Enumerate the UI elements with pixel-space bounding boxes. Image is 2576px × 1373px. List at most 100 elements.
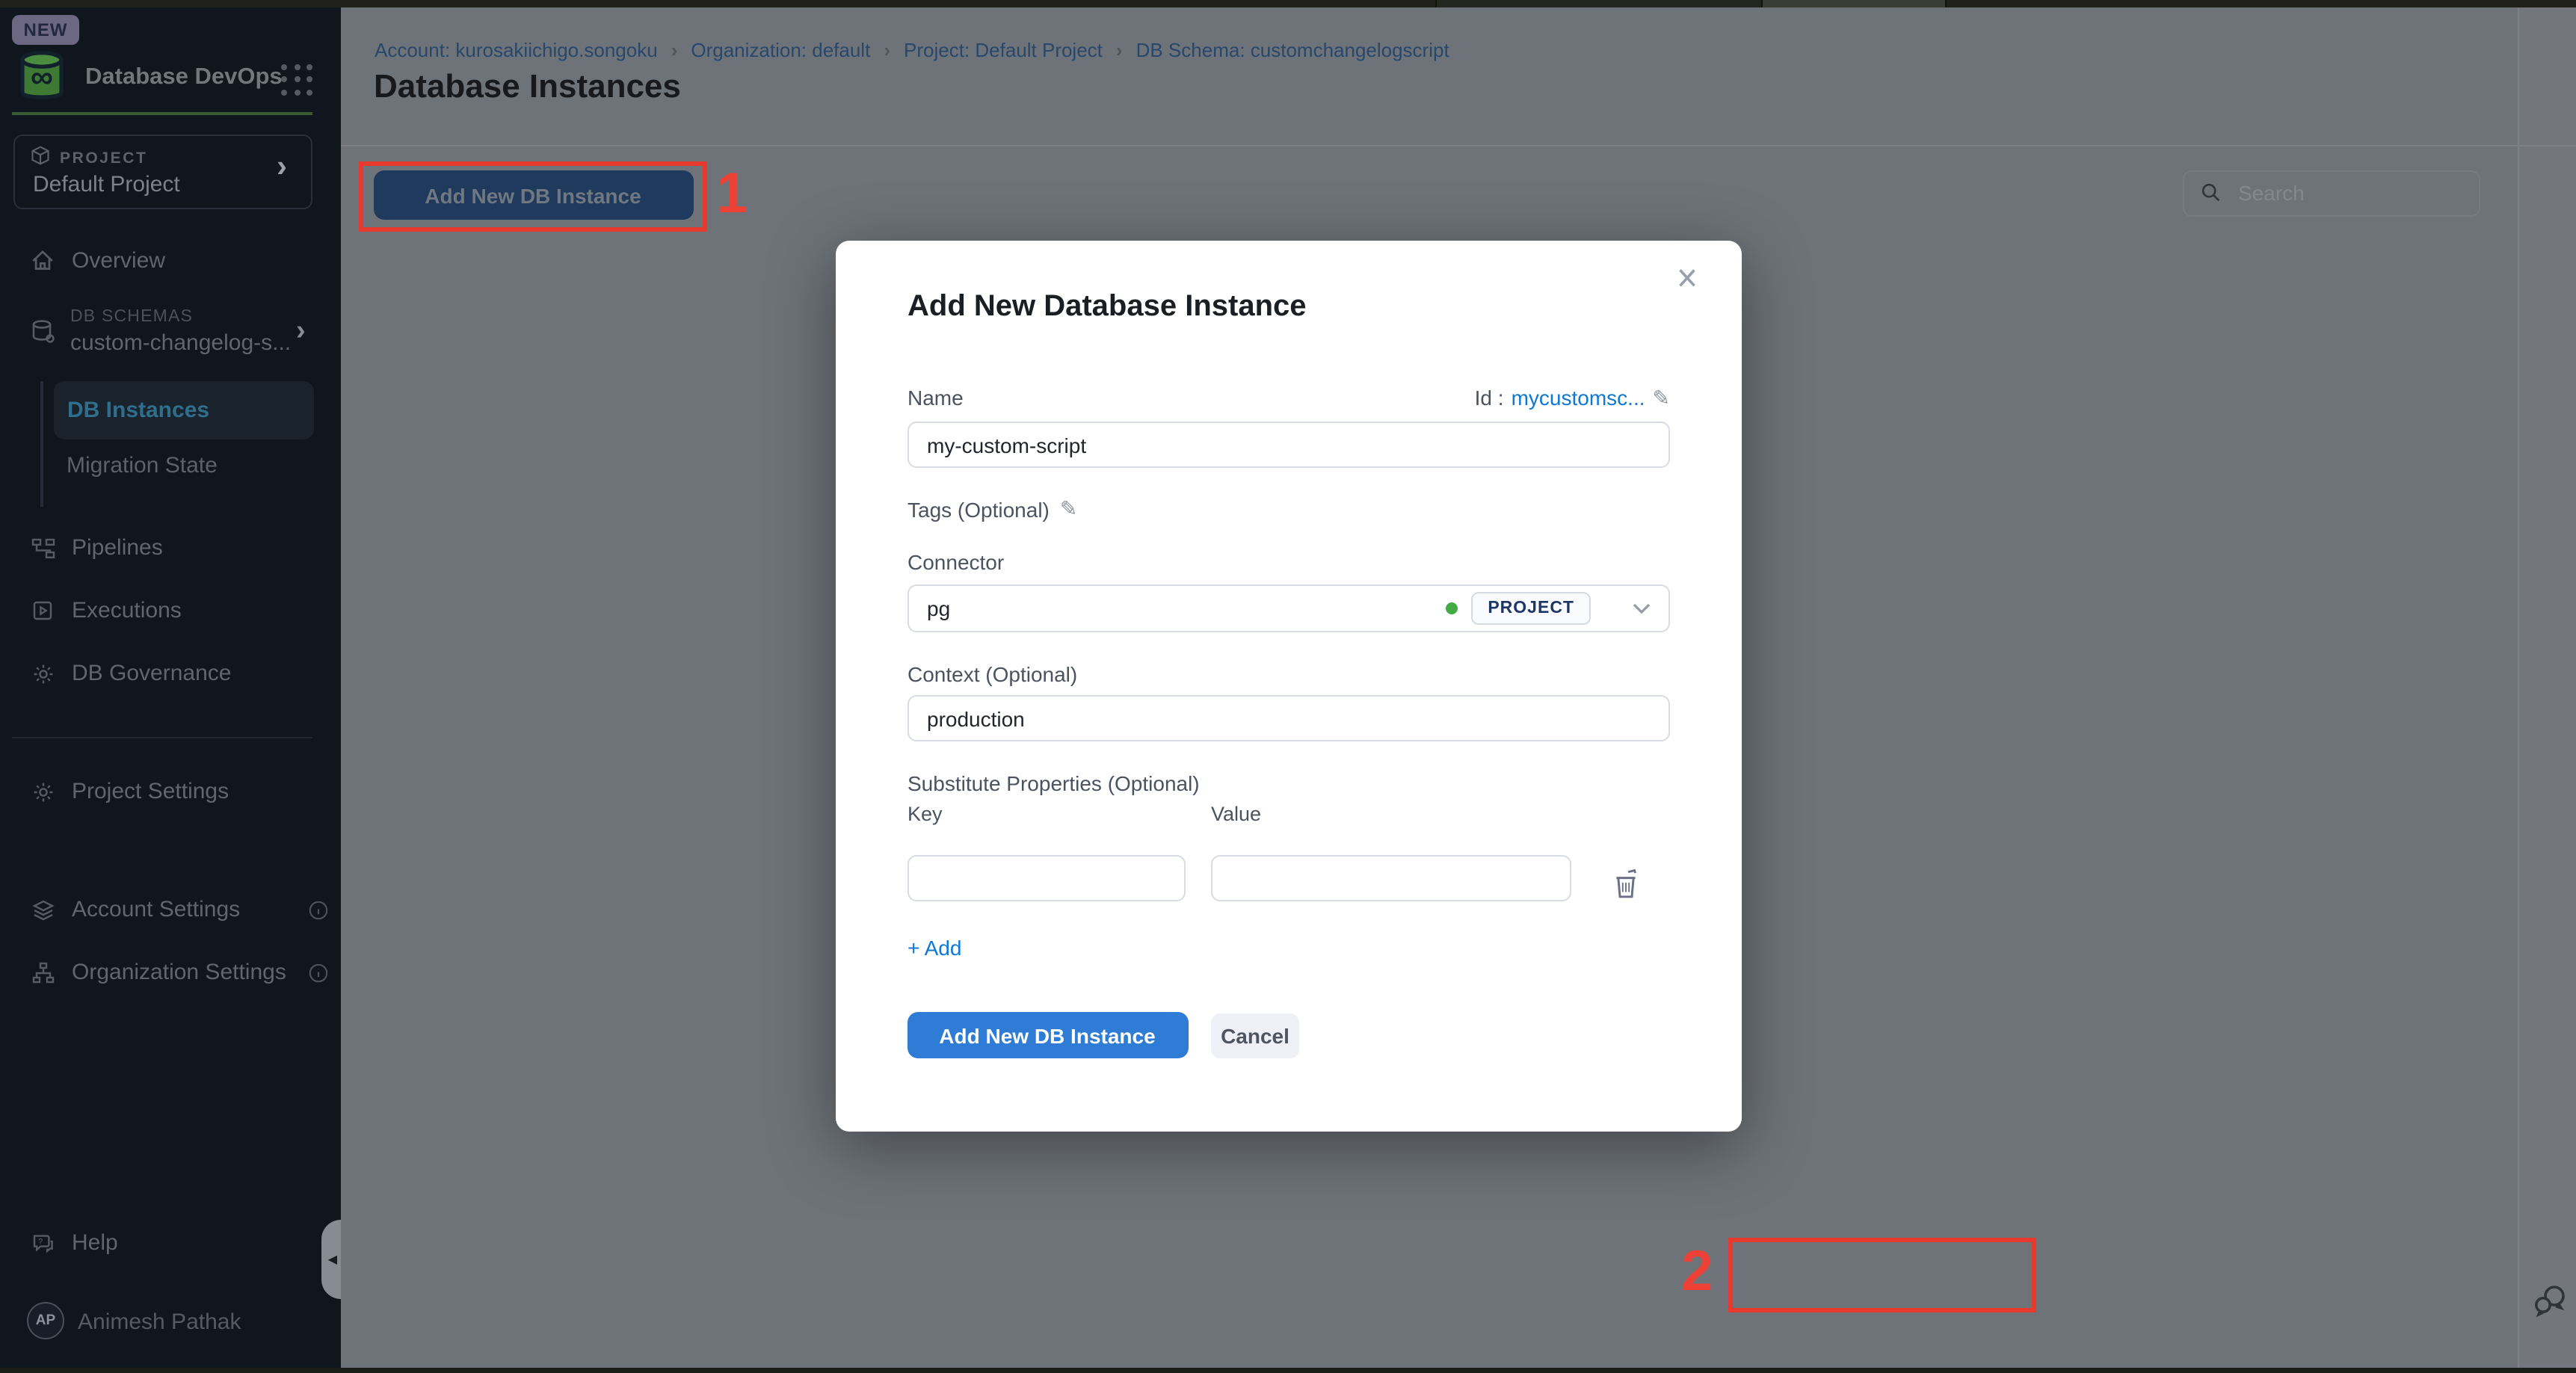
sidebar-item-executions[interactable]: Executions xyxy=(30,593,328,629)
breadcrumb-db-schema[interactable]: DB Schema: customchangelogscript xyxy=(1136,39,1449,61)
sidebar-item-label: Executions xyxy=(72,598,182,623)
sidebar-item-label: DB Governance xyxy=(72,661,231,686)
connector-value: pg xyxy=(927,596,950,620)
context-input[interactable] xyxy=(908,695,1670,741)
support-chat-icon[interactable] xyxy=(2533,1283,2569,1318)
chevron-right-icon: › xyxy=(884,39,890,61)
breadcrumb-project[interactable]: Project: Default Project xyxy=(904,39,1103,61)
sidebar-item-label: Account Settings xyxy=(72,897,240,922)
sidebar-item-overview[interactable]: Overview xyxy=(30,243,328,279)
key-column-label: Key xyxy=(908,803,943,825)
name-input[interactable] xyxy=(908,422,1670,468)
chevron-right-icon: › xyxy=(277,149,287,185)
trash-icon[interactable] xyxy=(1612,868,1642,902)
module-grid-icon[interactable] xyxy=(278,61,317,99)
chevron-right-icon: › xyxy=(1116,39,1123,61)
add-db-instance-dialog: × Add New Database Instance Name Id : my… xyxy=(835,240,1741,1131)
tab-sliver xyxy=(0,0,1435,7)
breadcrumb-organization[interactable]: Organization: default xyxy=(691,39,870,61)
id-value-link[interactable]: mycustomsc... xyxy=(1512,386,1645,410)
edit-pencil-icon[interactable]: ✎ xyxy=(1060,496,1077,522)
name-id-row: Name Id : mycustomsc... ✎ xyxy=(908,385,1670,410)
browser-top-edge xyxy=(0,0,2576,7)
connector-select[interactable]: pg PROJECT xyxy=(908,584,1670,632)
sidebar-item-help[interactable]: ? Help xyxy=(30,1225,328,1261)
sidebar-item-project-settings[interactable]: Project Settings xyxy=(30,774,328,809)
sidebar-item-label: DB Instances xyxy=(67,397,209,422)
scrollbar-track[interactable] xyxy=(2518,7,2576,1367)
search-box xyxy=(2183,170,2480,216)
connector-status-dot xyxy=(1446,602,1458,614)
id-label: Id : xyxy=(1475,386,1504,410)
sidebar-item-label: Organization Settings xyxy=(72,960,286,985)
value-column-label: Value xyxy=(1211,803,1261,825)
new-badge: NEW xyxy=(12,14,79,44)
layers-gear-icon xyxy=(30,897,55,922)
sidebar-accent-divider xyxy=(12,112,312,114)
connector-label: Connector xyxy=(908,550,1004,574)
product-title: Database DevOps xyxy=(85,64,283,90)
tab-sliver xyxy=(1435,0,1761,7)
chevron-down-icon xyxy=(1633,602,1651,614)
user-name: Animesh Pathak xyxy=(78,1309,241,1334)
svg-text:∞: ∞ xyxy=(31,58,53,93)
chevron-right-icon: › xyxy=(671,39,678,61)
add-subprop-link[interactable]: + Add xyxy=(908,935,961,959)
search-icon xyxy=(2201,182,2222,203)
help-chat-icon: ? xyxy=(30,1230,55,1256)
close-icon[interactable]: × xyxy=(1677,259,1698,299)
page-title: Database Instances xyxy=(374,67,681,106)
sidebar-item-label: Help xyxy=(72,1230,118,1256)
db-schema-icon xyxy=(30,318,57,345)
org-chart-gear-icon xyxy=(30,960,55,985)
subprop-value-input[interactable] xyxy=(1211,855,1571,901)
dialog-add-db-instance-button[interactable]: Add New DB Instance xyxy=(907,1012,1188,1058)
sidebar-divider xyxy=(12,736,312,738)
name-label: Name xyxy=(908,386,964,410)
sidebar-item-db-schema[interactable]: custom-changelog-s... xyxy=(70,330,291,355)
executions-icon xyxy=(30,598,55,623)
info-icon xyxy=(307,899,328,920)
svg-text:?: ? xyxy=(37,1236,42,1245)
collapse-arrow-icon: ◀ xyxy=(328,1252,337,1265)
window-bottom-edge xyxy=(0,1367,2576,1373)
sidebar-item-db-instances[interactable]: DB Instances xyxy=(54,380,314,439)
dialog-title: Add New Database Instance xyxy=(908,289,1307,324)
search-input[interactable] xyxy=(2235,179,2444,206)
cancel-button[interactable]: Cancel xyxy=(1211,1013,1299,1058)
annotation-box-step2 xyxy=(1728,1237,2036,1312)
context-label: Context (Optional) xyxy=(908,662,1077,686)
sidebar-collapse-handle[interactable]: ◀ xyxy=(321,1219,340,1298)
edit-pencil-icon[interactable]: ✎ xyxy=(1653,385,1670,410)
chevron-right-icon: › xyxy=(296,315,306,348)
project-kind-label: PROJECT xyxy=(60,149,147,167)
gear-icon xyxy=(30,779,55,804)
sidebar-item-organization-settings[interactable]: Organization Settings xyxy=(30,954,328,990)
tab-sliver xyxy=(1945,0,2576,7)
annotation-number-1: 1 xyxy=(716,166,748,223)
home-icon xyxy=(30,248,55,274)
info-icon xyxy=(307,962,328,983)
subprops-label: Substitute Properties (Optional) xyxy=(908,771,1200,795)
sidebar-item-db-governance[interactable]: DB Governance xyxy=(30,655,328,691)
tab-sliver-active xyxy=(1761,0,1945,7)
avatar[interactable]: AP xyxy=(27,1301,64,1339)
sidebar-group-label: DB SCHEMAS xyxy=(70,307,193,325)
project-name: Default Project xyxy=(33,171,180,197)
breadcrumb-account[interactable]: Account: kurosakiichigo.songoku xyxy=(375,39,658,61)
sidebar-item-label: Pipelines xyxy=(72,535,163,561)
header-divider xyxy=(340,144,2576,146)
database-devops-logo-icon[interactable]: ∞ xyxy=(12,46,72,105)
pipelines-icon xyxy=(30,535,55,561)
breadcrumb: Account: kurosakiichigo.songoku › Organi… xyxy=(375,39,1449,61)
sidebar-item-migration-state[interactable]: Migration State xyxy=(67,452,218,478)
connector-scope-chip: PROJECT xyxy=(1471,592,1591,625)
sidebar-item-account-settings[interactable]: Account Settings xyxy=(30,892,328,928)
annotation-box-step1 xyxy=(358,161,706,231)
screen: NEW ∞ Database DevOps › PROJECT Default … xyxy=(0,0,2576,1373)
sidebar-item-label: Project Settings xyxy=(72,779,229,804)
project-cube-icon xyxy=(30,144,51,165)
sidebar-item-pipelines[interactable]: Pipelines xyxy=(30,530,328,566)
subprop-key-input[interactable] xyxy=(908,855,1186,901)
nav-tree-guide xyxy=(40,380,43,506)
